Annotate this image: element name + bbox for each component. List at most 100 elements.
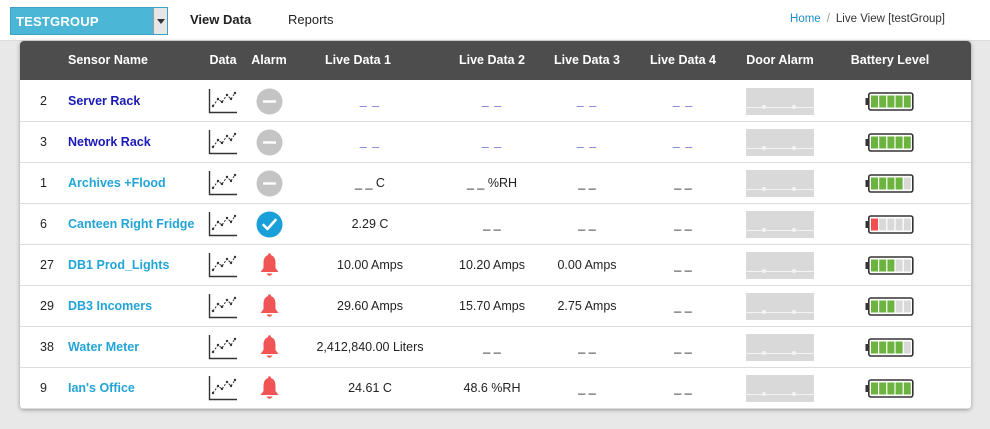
- live-data-4: _ _: [672, 135, 694, 149]
- table-row: 1 Archives +Flood _ _ C _ _ %RH _ _ _ _: [20, 163, 971, 204]
- sensor-name-link[interactable]: Network Rack: [68, 135, 151, 149]
- live-data-1: _ _: [359, 135, 381, 149]
- table-row: 27 DB1 Prod_Lights 10.00 Amps 10.20 Amps 0.0…: [20, 245, 971, 286]
- sensor-id: 1: [40, 176, 47, 190]
- minus-circle-icon[interactable]: [256, 170, 283, 197]
- live-data-2: _ _: [483, 340, 501, 354]
- battery-icon: [865, 133, 914, 152]
- bell-icon[interactable]: [256, 293, 283, 320]
- door-alarm-indicator: [746, 334, 814, 361]
- battery-icon: [865, 297, 914, 316]
- door-alarm-indicator: [746, 375, 814, 402]
- sensor-id: 3: [40, 135, 47, 149]
- battery-icon: [865, 338, 914, 357]
- bell-icon[interactable]: [256, 252, 283, 279]
- line-chart-icon[interactable]: [208, 88, 238, 114]
- col-battery-level: Battery Level: [850, 53, 930, 67]
- door-alarm-indicator: [746, 293, 814, 320]
- chevron-down-icon[interactable]: [153, 8, 167, 34]
- line-chart-icon[interactable]: [208, 252, 238, 278]
- sensor-name-link[interactable]: DB1 Prod_Lights: [68, 258, 169, 272]
- battery-icon: [865, 92, 914, 111]
- col-live-data-4: Live Data 4: [649, 53, 717, 67]
- door-alarm-indicator: [746, 170, 814, 197]
- col-door-alarm: Door Alarm: [746, 53, 814, 67]
- sensor-name-link[interactable]: Water Meter: [68, 340, 139, 354]
- top-bar: TESTGROUP View Data Reports Home / Live Vi…: [0, 0, 990, 41]
- sensor-id: 9: [40, 381, 47, 395]
- live-data-3: 2.75 Amps: [557, 299, 617, 313]
- col-sensor-name: Sensor Name: [68, 53, 148, 67]
- sensor-name-link[interactable]: Canteen Right Fridge: [68, 217, 194, 231]
- line-chart-icon[interactable]: [208, 293, 238, 319]
- sensor-name-link[interactable]: Archives +Flood: [68, 176, 166, 190]
- line-chart-icon[interactable]: [208, 129, 238, 155]
- live-data-3: _ _: [578, 340, 596, 354]
- sensor-id: 6: [40, 217, 47, 231]
- live-data-3: _ _: [576, 94, 598, 108]
- sensor-name-link[interactable]: Server Rack: [68, 94, 140, 108]
- live-data-2: _ _: [483, 217, 501, 231]
- breadcrumb-current: Live View [testGroup]: [835, 13, 945, 25]
- sensor-id: 2: [40, 94, 47, 108]
- door-alarm-indicator: [746, 211, 814, 238]
- sensor-id: 27: [40, 258, 54, 272]
- group-select[interactable]: TESTGROUP: [10, 7, 168, 35]
- minus-circle-icon[interactable]: [256, 129, 283, 156]
- live-data-1: _ _ C: [355, 176, 385, 190]
- live-data-4: _ _: [674, 299, 692, 313]
- battery-icon: [865, 379, 914, 398]
- battery-icon: [865, 256, 914, 275]
- sensor-id: 38: [40, 340, 54, 354]
- col-alarm: Alarm: [251, 53, 287, 67]
- breadcrumb-home[interactable]: Home: [790, 13, 821, 25]
- table-row: 9 Ian's Office 24.61 C 48.6 %RH _ _ _ _: [20, 368, 971, 409]
- battery-icon: [865, 215, 914, 234]
- live-data-1: _ _: [359, 94, 381, 108]
- col-live-data-2: Live Data 2: [458, 53, 526, 67]
- col-live-data-3: Live Data 3: [553, 53, 621, 67]
- col-live-data-1: Live Data 1: [324, 53, 392, 67]
- live-data-2: 48.6 %RH: [463, 381, 521, 395]
- line-chart-icon[interactable]: [208, 211, 238, 237]
- table-row: 38 Water Meter 2,412,840.00 Liters _ _ _ _ _ …: [20, 327, 971, 368]
- live-data-4: _ _: [672, 94, 694, 108]
- live-data-1: 29.60 Amps: [336, 299, 404, 313]
- sensor-id: 29: [40, 299, 54, 313]
- table-row: 29 DB3 Incomers 29.60 Amps 15.70 Amps 2.75 A…: [20, 286, 971, 327]
- breadcrumb: Home / Live View [testGroup]: [790, 13, 945, 25]
- live-data-3: _ _: [578, 381, 596, 395]
- door-alarm-indicator: [746, 88, 814, 115]
- bell-icon[interactable]: [256, 334, 283, 361]
- live-data-4: _ _: [674, 381, 692, 395]
- line-chart-icon[interactable]: [208, 334, 238, 360]
- sensor-name-link[interactable]: Ian's Office: [68, 381, 135, 395]
- bell-icon[interactable]: [256, 375, 283, 402]
- check-circle-icon[interactable]: [256, 211, 283, 238]
- live-data-3: 0.00 Amps: [557, 258, 617, 272]
- live-data-1: 24.61 C: [348, 381, 392, 395]
- minus-circle-icon[interactable]: [256, 88, 283, 115]
- line-chart-icon[interactable]: [208, 375, 238, 401]
- live-data-2: _ _: [481, 94, 503, 108]
- table-row: 2 Server Rack _ _ _ _ _ _ _ _: [20, 81, 971, 122]
- nav-view-data[interactable]: View Data: [190, 12, 251, 27]
- table-row: 6 Canteen Right Fridge 2.29 C _ _ _ _ _ _: [20, 204, 971, 245]
- live-data-3: _ _: [578, 176, 596, 190]
- nav-reports[interactable]: Reports: [288, 12, 334, 27]
- table-header: Sensor Name Data Alarm Live Data 1 Live …: [20, 41, 971, 80]
- live-data-1: 10.00 Amps: [336, 258, 404, 272]
- live-data-2: 10.20 Amps: [458, 258, 526, 272]
- line-chart-icon[interactable]: [208, 170, 238, 196]
- sensor-table: Sensor Name Data Alarm Live Data 1 Live …: [20, 41, 971, 409]
- live-data-4: _ _: [674, 217, 692, 231]
- table-row: 3 Network Rack _ _ _ _ _ _ _ _: [20, 122, 971, 163]
- battery-icon: [865, 174, 914, 193]
- live-data-3: _ _: [578, 217, 596, 231]
- live-data-4: _ _: [674, 340, 692, 354]
- live-data-2: _ _ %RH: [466, 176, 518, 190]
- sensor-name-link[interactable]: DB3 Incomers: [68, 299, 152, 313]
- col-data: Data: [209, 53, 237, 67]
- door-alarm-indicator: [746, 252, 814, 279]
- live-data-2: _ _: [481, 135, 503, 149]
